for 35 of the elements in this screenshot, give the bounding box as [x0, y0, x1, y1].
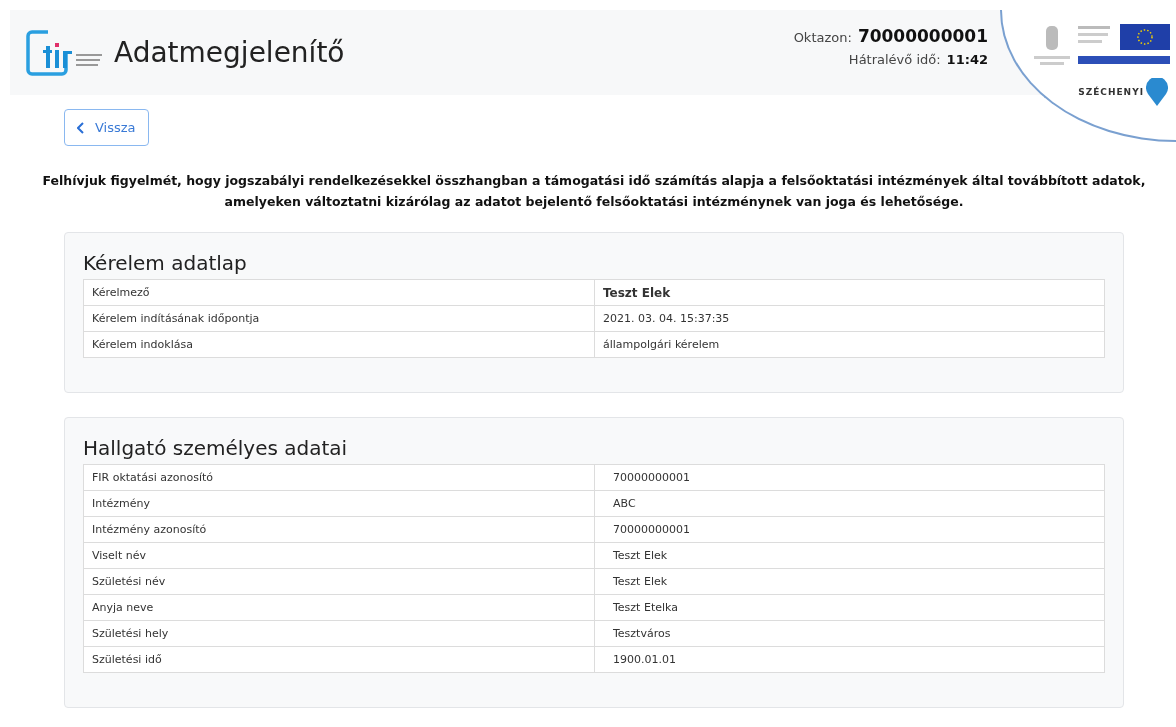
field-value: 70000000001: [594, 464, 1105, 491]
page-title: Adatmegjelenítő: [114, 36, 345, 69]
notice-text: Felhívjuk figyelmét, hogy jogszabályi rendelkezésekkel összhangban a támogatási idő számítás alapja a felsőoktatási intézmények által továbbított adatok, amelyeken változtatni kizárólag az adatot bejelentő felsőoktatási intézménynek van joga és lehetősége.: [41, 172, 1147, 211]
back-button[interactable]: Vissza: [64, 109, 149, 146]
field-value: 70000000001: [594, 516, 1105, 543]
field-value: 1900.01.01: [594, 646, 1105, 673]
section-title: Kérelem adatlap: [83, 251, 248, 275]
fir-logo-icon: [26, 29, 104, 76]
field-label: Kérelem indoklása: [83, 331, 595, 358]
field-label: Anyja neve: [83, 594, 595, 621]
chevron-left-icon: [77, 121, 85, 134]
field-label: Kérelem indításának időpontja: [83, 305, 595, 332]
field-label: Viselt név: [83, 542, 595, 569]
field-value: Teszt Etelka: [594, 594, 1105, 621]
field-label: Születési hely: [83, 620, 595, 647]
field-value: ABC: [594, 490, 1105, 517]
field-label: Születési idő: [83, 646, 595, 673]
location-pin-icon: [1146, 78, 1168, 106]
field-label: Intézmény: [83, 490, 595, 517]
field-value: 2021. 03. 04. 15:37:35: [594, 305, 1105, 332]
field-value: Teszt Elek: [594, 542, 1105, 569]
field-value: Teszt Elek: [594, 568, 1105, 595]
field-label: Intézmény azonosító: [83, 516, 595, 543]
remaining-time-label: Hátralévő idő:: [848, 52, 941, 67]
field-value: állampolgári kérelem: [594, 331, 1105, 358]
field-label: Kérelmező: [83, 279, 595, 306]
sponsor-name: SZÉCHENYI: [1078, 87, 1144, 97]
oktazon-value: 70000000001: [857, 26, 988, 46]
field-value: Teszt Elek: [594, 279, 1105, 306]
field-value: Tesztváros: [594, 620, 1105, 647]
remaining-time-value: 11:42: [946, 52, 988, 67]
section-title: Hallgató személyes adatai: [83, 436, 349, 460]
field-label: FIR oktatási azonosító: [83, 464, 595, 491]
field-label: Születési név: [83, 568, 595, 595]
oktazon-label: Oktazon:: [793, 30, 852, 45]
